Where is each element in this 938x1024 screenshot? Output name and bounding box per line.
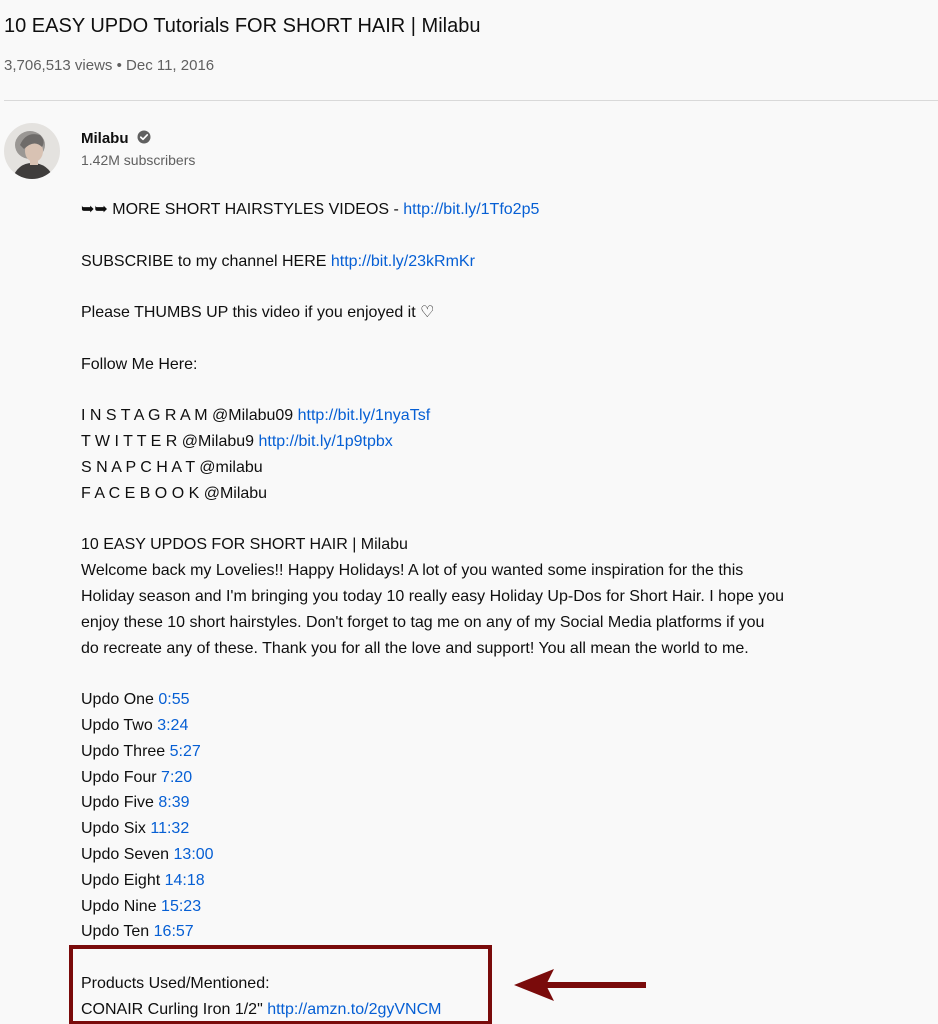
chapter-updo-three: Updo Three 5:27 xyxy=(81,742,201,760)
follow-heading: Follow Me Here: xyxy=(81,355,198,373)
timestamp-link[interactable]: 15:23 xyxy=(161,898,201,915)
timestamp-link[interactable]: 14:18 xyxy=(165,872,205,889)
description-paragraph-line: Welcome back my Lovelies!! Happy Holiday… xyxy=(81,562,744,580)
instagram-line: I N S T A G R A M @Milabu09 http://bit.l… xyxy=(81,407,431,425)
subscribe-line: SUBSCRIBE to my channel HERE http://bit.… xyxy=(81,252,475,270)
thumbs-up-line: Please THUMBS UP this video if you enjoy… xyxy=(81,304,435,322)
timestamp-link[interactable]: 3:24 xyxy=(157,717,188,734)
chapter-updo-eight: Updo Eight 14:18 xyxy=(81,871,205,889)
annotation-arrow-icon xyxy=(514,969,646,1001)
chapter-updo-four: Updo Four 7:20 xyxy=(81,768,193,786)
video-title: 10 EASY UPDO Tutorials FOR SHORT HAIR | … xyxy=(4,15,481,37)
timestamp-link[interactable]: 0:55 xyxy=(158,691,189,708)
verified-check-icon xyxy=(137,130,151,144)
timestamp-link[interactable]: 7:20 xyxy=(161,769,192,786)
channel-name-text: Milabu xyxy=(81,130,129,147)
channel-name[interactable]: Milabu xyxy=(81,129,151,149)
description-paragraph-line: Holiday season and I'm bringing you toda… xyxy=(81,587,784,605)
chapter-updo-ten: Updo Ten 16:57 xyxy=(81,923,194,941)
timestamp-link[interactable]: 16:57 xyxy=(154,923,194,940)
subscribe-link[interactable]: http://bit.ly/23kRmKr xyxy=(331,253,475,270)
chapter-updo-six: Updo Six 11:32 xyxy=(81,820,190,838)
instagram-link[interactable]: http://bit.ly/1nyaTsf xyxy=(298,407,431,424)
timestamp-link[interactable]: 11:32 xyxy=(150,820,189,837)
chapter-updo-five: Updo Five 8:39 xyxy=(81,794,190,812)
video-meta: 3,706,513 views • Dec 11, 2016 xyxy=(4,56,214,76)
video-description: ➥➥ MORE SHORT HAIRSTYLES VIDEOS - http:/… xyxy=(81,197,841,1023)
snapchat-line: S N A P C H A T @milabu xyxy=(81,458,263,476)
chapter-updo-one: Updo One 0:55 xyxy=(81,691,190,709)
description-paragraph-line: enjoy these 10 short hairstyles. Don't f… xyxy=(81,613,765,631)
divider xyxy=(4,100,938,101)
chapter-updo-two: Updo Two 3:24 xyxy=(81,716,189,734)
view-count: 3,706,513 views xyxy=(4,57,113,74)
description-heading: 10 EASY UPDOS FOR SHORT HAIR | Milabu xyxy=(81,536,408,554)
upload-date: Dec 11, 2016 xyxy=(126,57,215,74)
more-videos-line: ➥➥ MORE SHORT HAIRSTYLES VIDEOS - http:/… xyxy=(81,201,540,218)
chapter-updo-seven: Updo Seven 13:00 xyxy=(81,845,214,863)
chapter-updo-nine: Updo Nine 15:23 xyxy=(81,897,202,915)
timestamp-link[interactable]: 8:39 xyxy=(158,794,189,811)
channel-avatar[interactable] xyxy=(4,123,60,179)
meta-separator: • xyxy=(116,57,122,74)
description-paragraph-line: do recreate any of these. Thank you for … xyxy=(81,639,749,657)
twitter-line: T W I T T E R @Milabu9 http://bit.ly/1p9… xyxy=(81,433,393,451)
facebook-line: F A C E B O O K @Milabu xyxy=(81,484,268,502)
timestamp-link[interactable]: 13:00 xyxy=(174,846,214,863)
more-videos-link[interactable]: http://bit.ly/1Tfo2p5 xyxy=(403,201,539,218)
timestamp-link[interactable]: 5:27 xyxy=(170,743,201,760)
subscriber-count: 1.42M subscribers xyxy=(81,152,196,168)
annotation-highlight-box xyxy=(69,945,492,1024)
twitter-link[interactable]: http://bit.ly/1p9tpbx xyxy=(258,433,392,450)
